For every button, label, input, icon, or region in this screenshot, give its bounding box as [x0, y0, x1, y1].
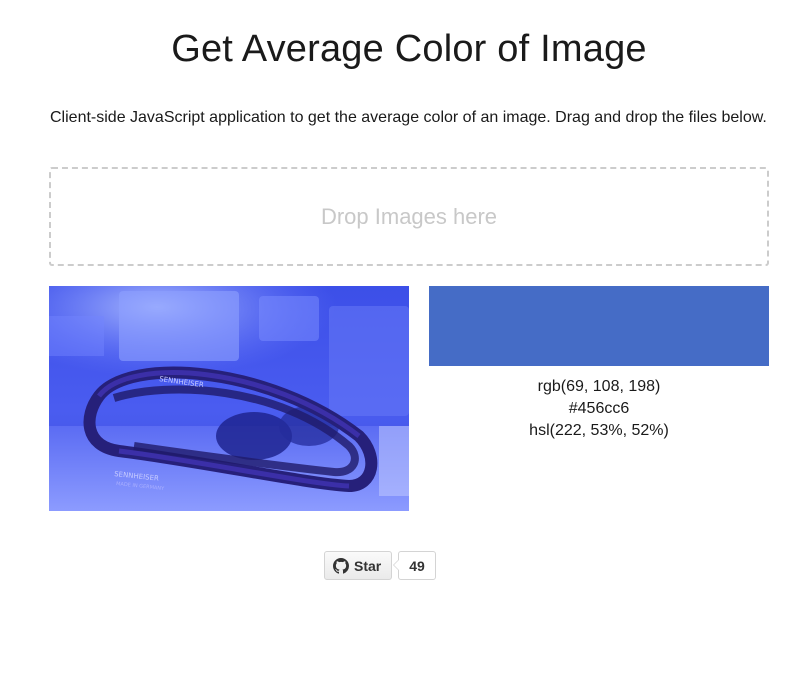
page-title: Get Average Color of Image — [171, 28, 647, 70]
dropzone-label: Drop Images here — [320, 203, 498, 229]
hsl-value: hsl(222, 53%, 52%) — [529, 422, 669, 439]
github-star-count[interactable]: 49 — [398, 551, 436, 580]
page: Get Average Color of Image Client-side J… — [0, 0, 801, 677]
hex-value: #456cc6 — [568, 400, 630, 417]
github-star-button[interactable]: Star — [324, 551, 393, 580]
github-octocat-icon — [333, 557, 349, 574]
github-star-label: Star — [354, 557, 382, 574]
image-dropzone[interactable]: Drop Images here — [49, 167, 769, 266]
uploaded-image-thumbnail: SENNHEISER SENNHEISER MADE IN GERMANY — [49, 286, 409, 511]
average-color-swatch — [429, 286, 769, 366]
github-star-count-wrapper: 49 — [393, 551, 436, 580]
rgb-value: rgb(69, 108, 198) — [537, 378, 661, 395]
headphones-photo: SENNHEISER SENNHEISER MADE IN GERMANY — [49, 286, 409, 511]
github-star-widget: Star 49 — [324, 551, 436, 580]
page-description: Client-side JavaScript application to ge… — [50, 109, 767, 126]
color-values: rgb(69, 108, 198) #456cc6 hsl(222, 53%, … — [429, 376, 769, 442]
